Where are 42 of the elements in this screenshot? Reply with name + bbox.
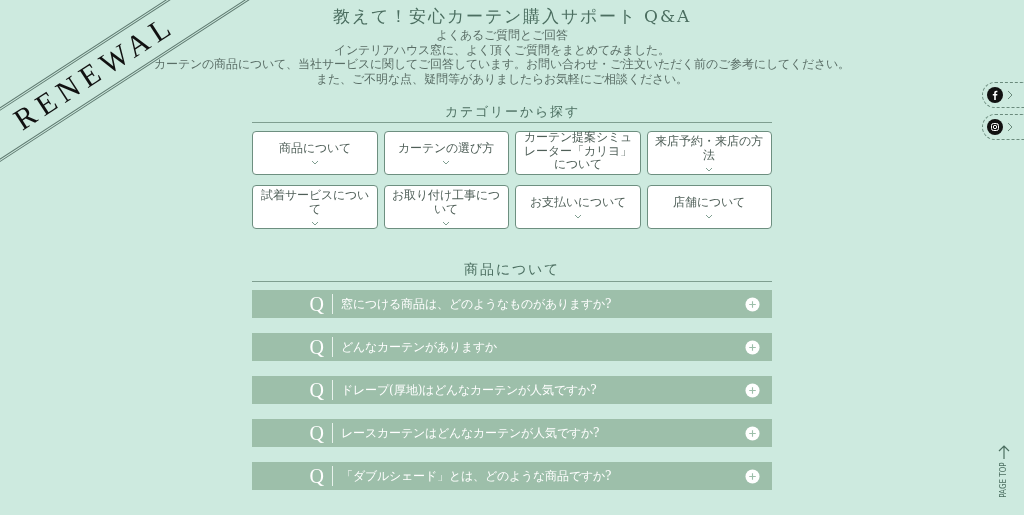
- question-mark: Q: [308, 292, 325, 318]
- page-title: 教えて！安心カーテン購入サポート Q&A: [331, 6, 693, 27]
- category-card[interactable]: お支払いについて: [515, 185, 641, 230]
- category-card[interactable]: 試着サービスについて: [252, 185, 378, 230]
- question-text: レースカーテンはどんなカーテンが人気ですか?: [340, 425, 601, 443]
- question-mark: Q: [308, 335, 325, 361]
- plus-icon[interactable]: [745, 468, 760, 484]
- intro-text: よくあるご質問とご回答: [436, 28, 568, 43]
- section-heading: カテゴリーから探す: [252, 101, 772, 124]
- question-mark: Q: [308, 421, 325, 447]
- category-card[interactable]: 来店予約・来店の方法: [646, 131, 772, 176]
- chevron-down-icon: [705, 166, 714, 172]
- intro-text: また、ご不明な点、疑問等がありましたらお気軽にご相談ください。: [316, 71, 688, 86]
- plus-icon[interactable]: [745, 296, 760, 312]
- arrow-up-icon: [998, 445, 1010, 459]
- question-mark: Q: [308, 464, 325, 490]
- question-text: 「ダブルシェード」とは、どのような商品ですか?: [340, 468, 613, 486]
- chevron-down-icon: [705, 213, 714, 219]
- chevron-down-icon: [573, 213, 582, 219]
- question-text: どんなカーテンがありますか: [340, 339, 498, 357]
- category-card[interactable]: 店舗について: [646, 185, 772, 230]
- category-card[interactable]: お取り付け工事について: [383, 185, 509, 230]
- chevron-right-icon: [1007, 122, 1013, 132]
- plus-icon[interactable]: [745, 339, 760, 355]
- plus-icon[interactable]: [745, 382, 760, 398]
- intro-text: インテリアハウス窓に、よく頂くご質問をまとめてみました。: [334, 42, 670, 57]
- chevron-down-icon: [442, 220, 451, 226]
- chevron-down-icon: [310, 159, 319, 165]
- section-heading: 商品について: [252, 259, 772, 283]
- chevron-right-icon: [1007, 90, 1013, 100]
- question-mark: Q: [308, 378, 325, 404]
- chevron-down-icon: [310, 220, 319, 226]
- question-text: ドレープ(厚地)はどんなカーテンが人気ですか?: [340, 382, 598, 400]
- instagram-icon: [987, 119, 1003, 135]
- category-card[interactable]: カーテン提案シミュレーター「カリヨ」について: [515, 131, 641, 176]
- chevron-down-icon: [442, 159, 451, 165]
- question-text: 窓につける商品は、どのようなものがありますか?: [340, 296, 613, 314]
- plus-icon[interactable]: [745, 425, 760, 441]
- category-card[interactable]: カーテンの選び方: [383, 131, 509, 176]
- category-card[interactable]: 商品について: [252, 131, 378, 176]
- page-top-link[interactable]: PAGE TOP: [998, 445, 1010, 501]
- facebook-icon: [987, 87, 1003, 103]
